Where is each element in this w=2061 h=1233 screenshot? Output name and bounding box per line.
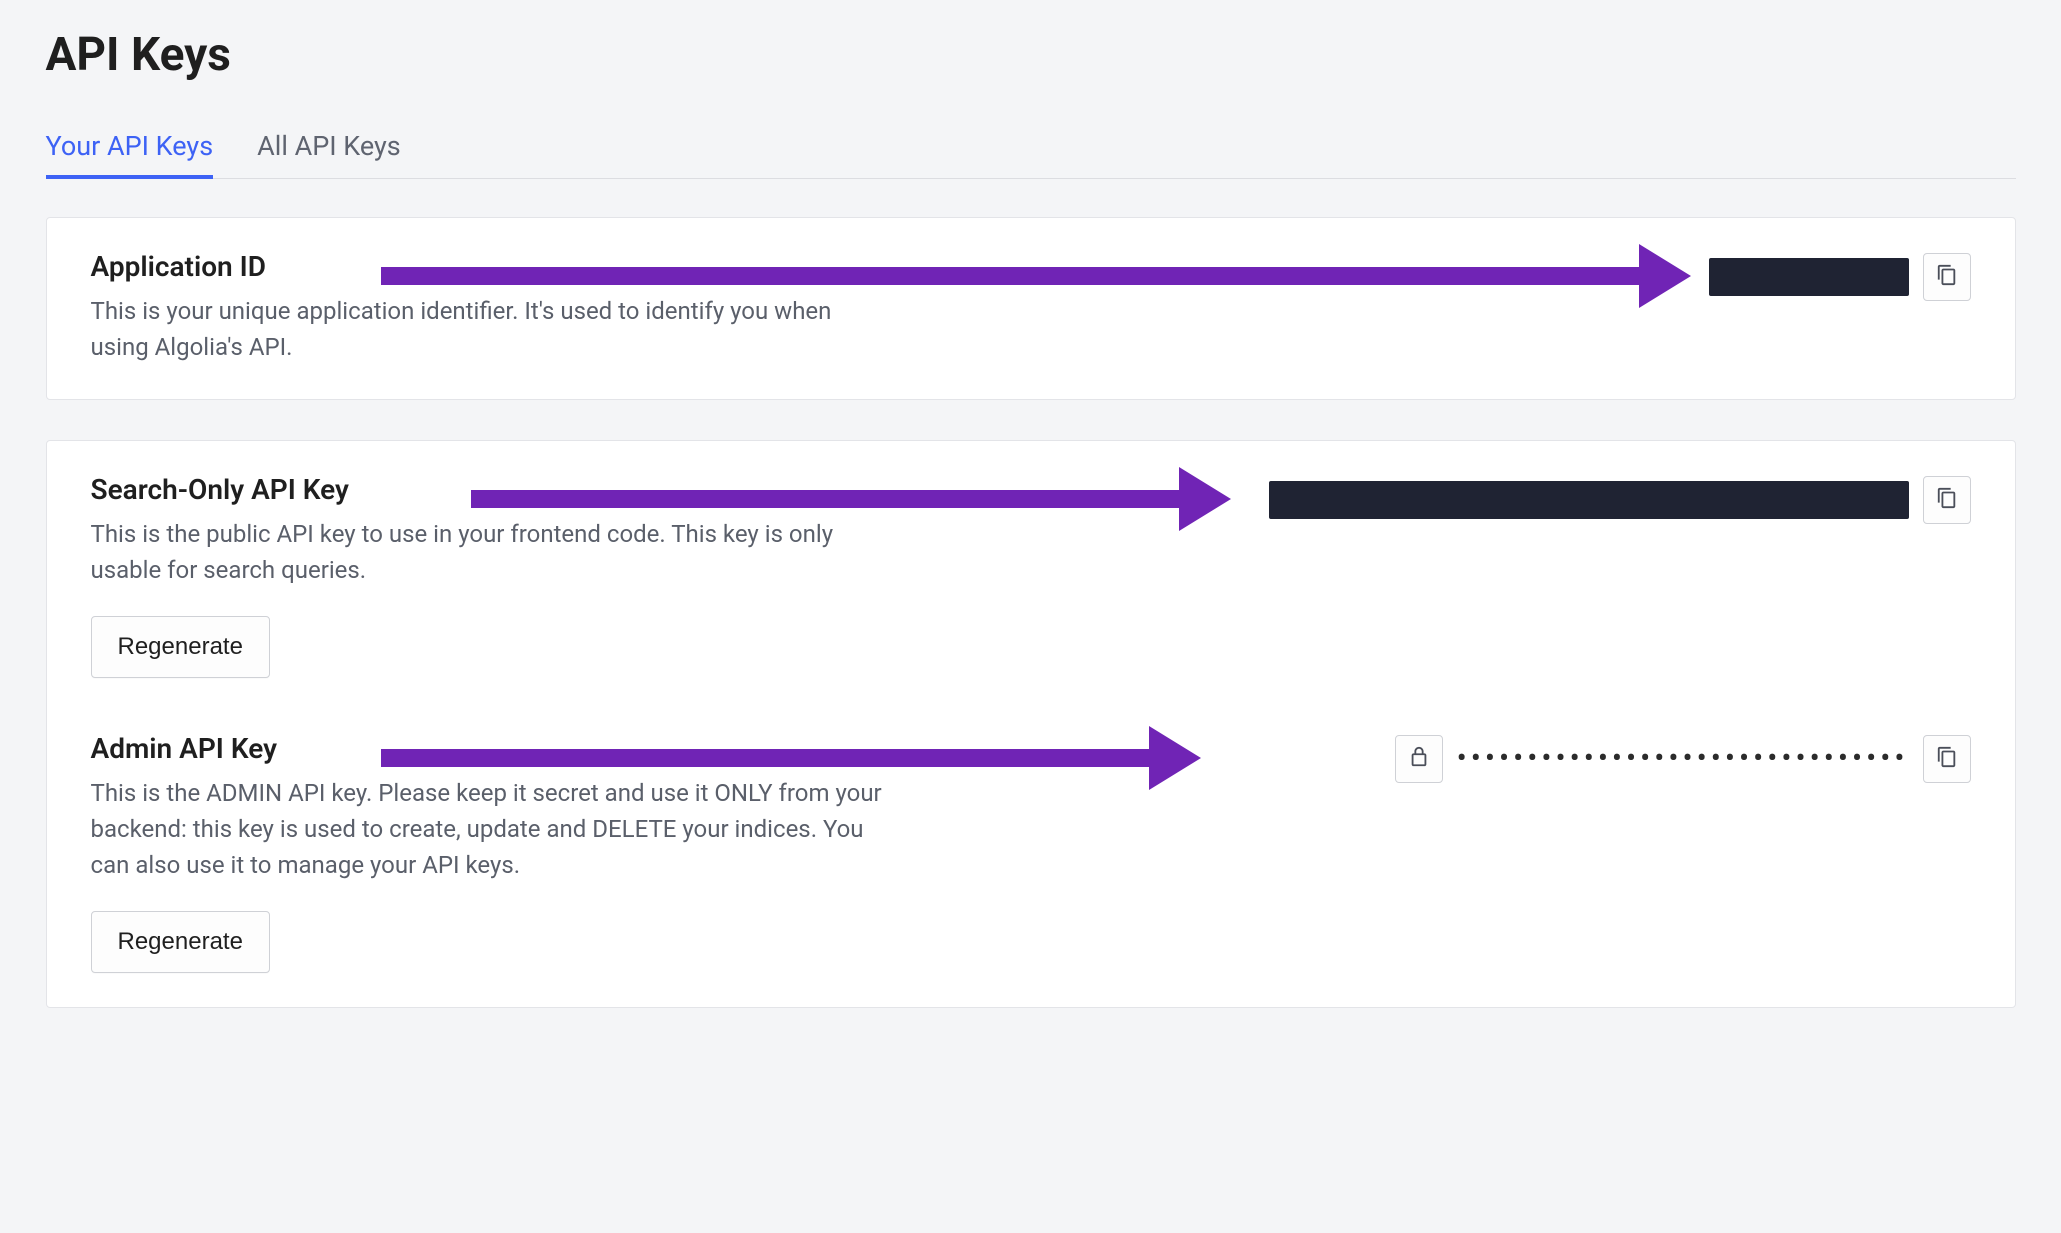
tabs: Your API Keys All API Keys <box>46 120 2016 179</box>
page-title: API Keys <box>46 28 2016 82</box>
search-key-desc: This is the public API key to use in you… <box>91 516 891 588</box>
application-id-value-redacted <box>1709 258 1909 296</box>
tab-your-api-keys[interactable]: Your API Keys <box>46 120 214 178</box>
card-api-keys: Search-Only API Key This is the public A… <box>46 440 2016 1008</box>
lock-icon <box>1408 746 1430 772</box>
admin-key-value-masked: •••••••••••••••••••••••••••••••• <box>1457 744 1909 774</box>
search-key-value-redacted <box>1269 481 1909 519</box>
copy-icon <box>1936 746 1958 772</box>
regenerate-search-key-button[interactable]: Regenerate <box>91 616 270 678</box>
copy-search-key-button[interactable] <box>1923 476 1971 524</box>
reveal-admin-key-button[interactable] <box>1395 735 1443 783</box>
admin-key-desc: This is the ADMIN API key. Please keep i… <box>91 775 891 883</box>
tab-all-api-keys[interactable]: All API Keys <box>257 120 401 178</box>
regenerate-admin-key-button[interactable]: Regenerate <box>91 911 270 973</box>
copy-icon <box>1936 487 1958 513</box>
application-id-desc: This is your unique application identifi… <box>91 293 891 365</box>
copy-admin-key-button[interactable] <box>1923 735 1971 783</box>
copy-application-id-button[interactable] <box>1923 253 1971 301</box>
copy-icon <box>1936 264 1958 290</box>
card-application-id: Application ID This is your unique appli… <box>46 217 2016 400</box>
